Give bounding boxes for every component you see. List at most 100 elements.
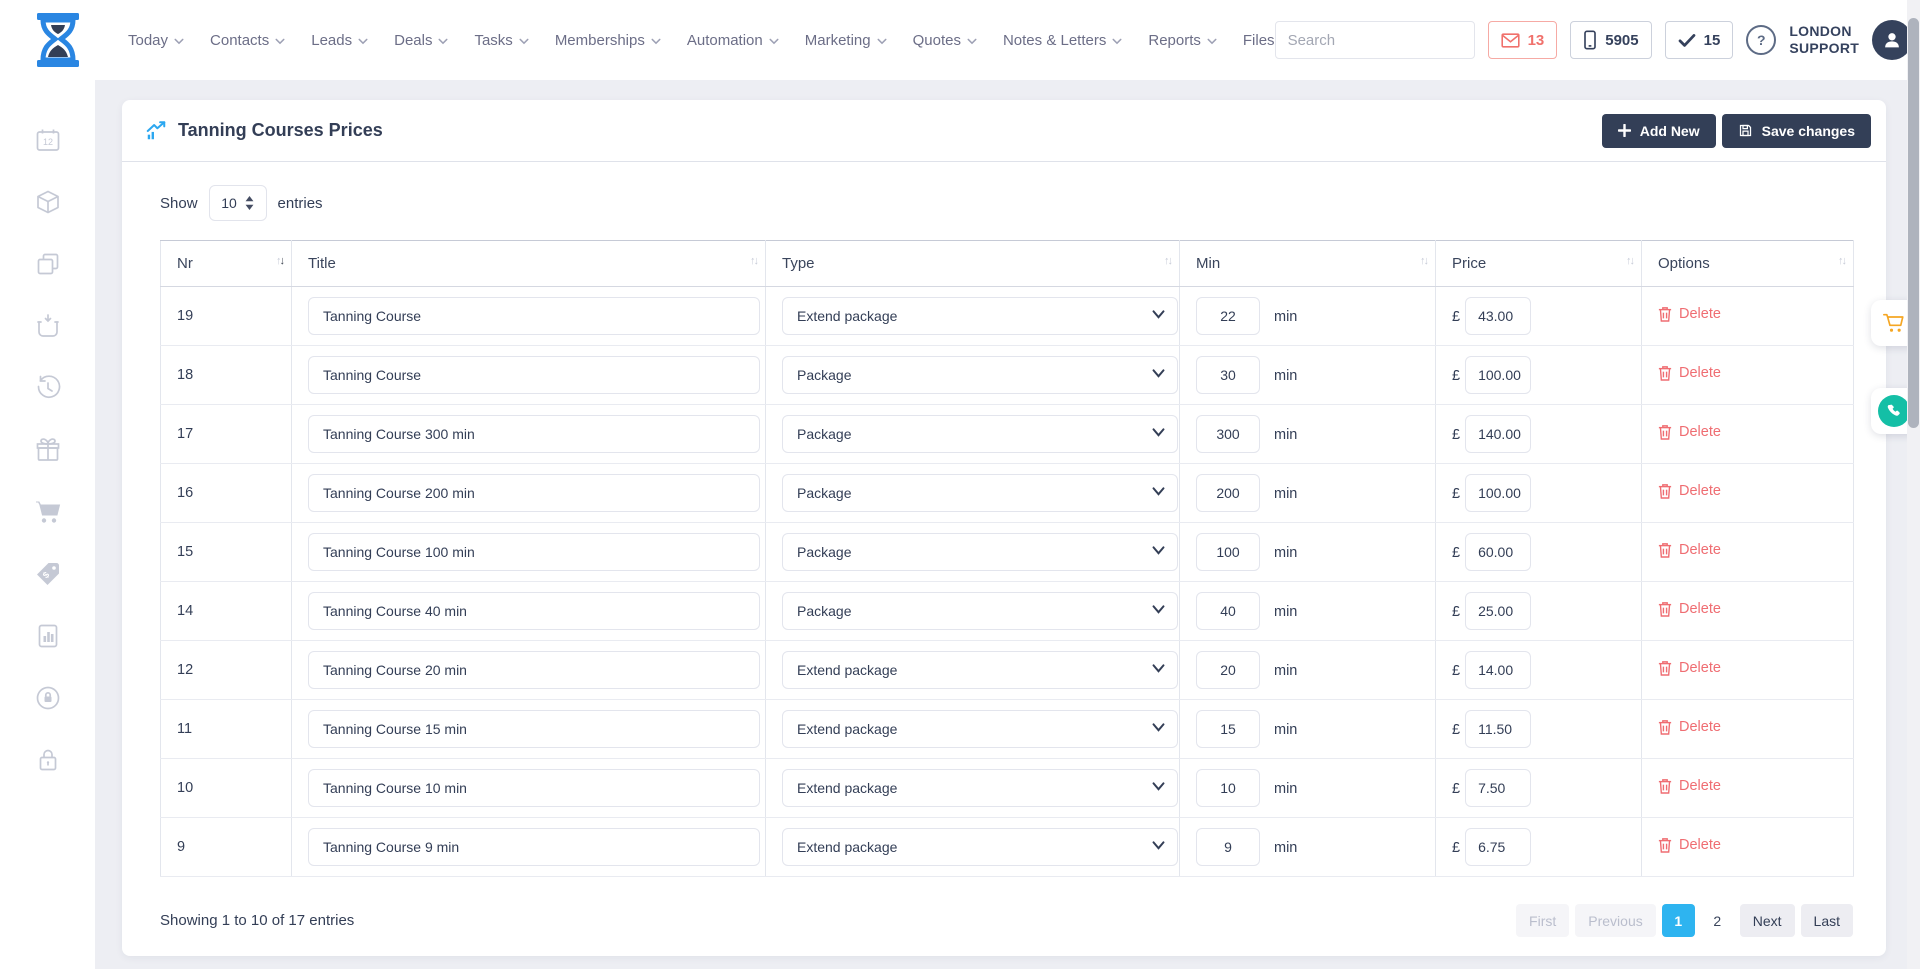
type-select[interactable]: Extend package <box>782 710 1178 748</box>
search-input[interactable] <box>1276 32 1475 49</box>
pagination-previous-button[interactable]: Previous <box>1575 904 1655 937</box>
title-input[interactable] <box>308 710 760 748</box>
pagination-last-button[interactable]: Last <box>1801 904 1853 937</box>
min-input[interactable] <box>1196 356 1260 394</box>
type-select[interactable]: Package <box>782 592 1178 630</box>
price-input[interactable] <box>1465 651 1531 689</box>
type-select[interactable]: Extend package <box>782 828 1178 866</box>
report-document-icon[interactable] <box>34 622 62 650</box>
delete-button[interactable]: Delete <box>1658 837 1721 853</box>
price-input[interactable] <box>1465 769 1531 807</box>
title-input[interactable] <box>308 356 760 394</box>
delete-button[interactable]: Delete <box>1658 424 1721 440</box>
column-header-type[interactable]: Type↑↓ <box>766 241 1180 287</box>
title-input[interactable] <box>308 297 760 335</box>
nav-item-leads[interactable]: Leads <box>311 32 368 49</box>
app-logo-icon[interactable] <box>30 11 86 69</box>
cart-icon[interactable] <box>34 498 62 526</box>
column-header-nr[interactable]: Nr↑↓ <box>161 241 292 287</box>
type-select[interactable]: Package <box>782 474 1178 512</box>
lock-icon[interactable] <box>34 746 62 774</box>
price-input[interactable] <box>1465 592 1531 630</box>
min-input[interactable] <box>1196 592 1260 630</box>
title-input[interactable] <box>308 651 760 689</box>
column-header-min[interactable]: Min↑↓ <box>1180 241 1436 287</box>
min-input[interactable] <box>1196 769 1260 807</box>
history-icon[interactable] <box>34 374 62 402</box>
tasks-badge[interactable]: 15 <box>1665 21 1734 59</box>
min-input[interactable] <box>1196 297 1260 335</box>
nav-item-memberships[interactable]: Memberships <box>555 32 661 49</box>
mail-badge[interactable]: 13 <box>1488 21 1558 59</box>
title-input[interactable] <box>308 592 760 630</box>
delete-button[interactable]: Delete <box>1658 778 1721 794</box>
min-input[interactable] <box>1196 651 1260 689</box>
price-input[interactable] <box>1465 474 1531 512</box>
add-new-button[interactable]: Add New <box>1602 114 1716 148</box>
nav-item-tasks[interactable]: Tasks <box>474 32 528 49</box>
phone-badge[interactable]: 5905 <box>1570 21 1651 59</box>
type-select[interactable]: Extend package <box>782 769 1178 807</box>
price-tag-icon[interactable]: $ <box>34 560 62 588</box>
nav-item-files[interactable]: Files <box>1243 32 1275 49</box>
type-select[interactable]: Extend package <box>782 297 1178 335</box>
column-header-title[interactable]: Title↑↓ <box>292 241 766 287</box>
price-input[interactable] <box>1465 828 1531 866</box>
table-row: 11 Extend package min £ Delete <box>161 700 1854 759</box>
nav-item-today[interactable]: Today <box>128 32 184 49</box>
page-length-select[interactable]: 10 <box>209 185 267 221</box>
type-select[interactable]: Extend package <box>782 651 1178 689</box>
nav-item-contacts[interactable]: Contacts <box>210 32 285 49</box>
title-input[interactable] <box>308 415 760 453</box>
nav-item-notes-letters[interactable]: Notes & Letters <box>1003 32 1122 49</box>
min-input[interactable] <box>1196 474 1260 512</box>
min-input[interactable] <box>1196 415 1260 453</box>
title-input[interactable] <box>308 769 760 807</box>
gift-icon[interactable] <box>34 436 62 464</box>
title-input[interactable] <box>308 533 760 571</box>
delete-button[interactable]: Delete <box>1658 719 1721 735</box>
pagination-first-button[interactable]: First <box>1516 904 1569 937</box>
type-select[interactable]: Package <box>782 533 1178 571</box>
type-select[interactable]: Package <box>782 356 1178 394</box>
save-changes-button[interactable]: Save changes <box>1722 114 1871 148</box>
delete-button[interactable]: Delete <box>1658 483 1721 499</box>
nav-item-marketing[interactable]: Marketing <box>805 32 887 49</box>
price-input[interactable] <box>1465 297 1531 335</box>
type-select[interactable]: Package <box>782 415 1178 453</box>
delete-button[interactable]: Delete <box>1658 660 1721 676</box>
nav-item-deals[interactable]: Deals <box>394 32 448 49</box>
chevron-down-icon <box>651 38 661 45</box>
column-header-options[interactable]: Options↑↓ <box>1642 241 1854 287</box>
bag-download-icon[interactable] <box>34 312 62 340</box>
price-input[interactable] <box>1465 356 1531 394</box>
nav-item-quotes[interactable]: Quotes <box>913 32 977 49</box>
title-input[interactable] <box>308 474 760 512</box>
calendar-icon[interactable]: 12 <box>34 126 62 154</box>
help-button[interactable]: ? <box>1746 25 1776 55</box>
pagination-page-1-button[interactable]: 1 <box>1662 904 1695 937</box>
nav-item-automation[interactable]: Automation <box>687 32 779 49</box>
nav-item-reports[interactable]: Reports <box>1148 32 1217 49</box>
delete-button[interactable]: Delete <box>1658 542 1721 558</box>
price-input[interactable] <box>1465 533 1531 571</box>
min-input[interactable] <box>1196 533 1260 571</box>
page-length-row: Show 10 entries <box>160 185 1886 221</box>
delete-button[interactable]: Delete <box>1658 306 1721 322</box>
copy-icon[interactable] <box>34 250 62 278</box>
price-input[interactable] <box>1465 710 1531 748</box>
min-input[interactable] <box>1196 710 1260 748</box>
account-lock-icon[interactable] <box>34 684 62 712</box>
column-header-price[interactable]: Price↑↓ <box>1436 241 1642 287</box>
delete-button[interactable]: Delete <box>1658 601 1721 617</box>
scrollbar-track[interactable] <box>1907 0 1920 969</box>
pagination-next-button[interactable]: Next <box>1740 904 1795 937</box>
delete-button[interactable]: Delete <box>1658 365 1721 381</box>
min-unit-label: min <box>1274 840 1297 856</box>
scrollbar-thumb[interactable] <box>1908 18 1919 428</box>
title-input[interactable] <box>308 828 760 866</box>
package-icon[interactable] <box>34 188 62 216</box>
price-input[interactable] <box>1465 415 1531 453</box>
pagination-page-2-button[interactable]: 2 <box>1701 904 1734 937</box>
min-input[interactable] <box>1196 828 1260 866</box>
